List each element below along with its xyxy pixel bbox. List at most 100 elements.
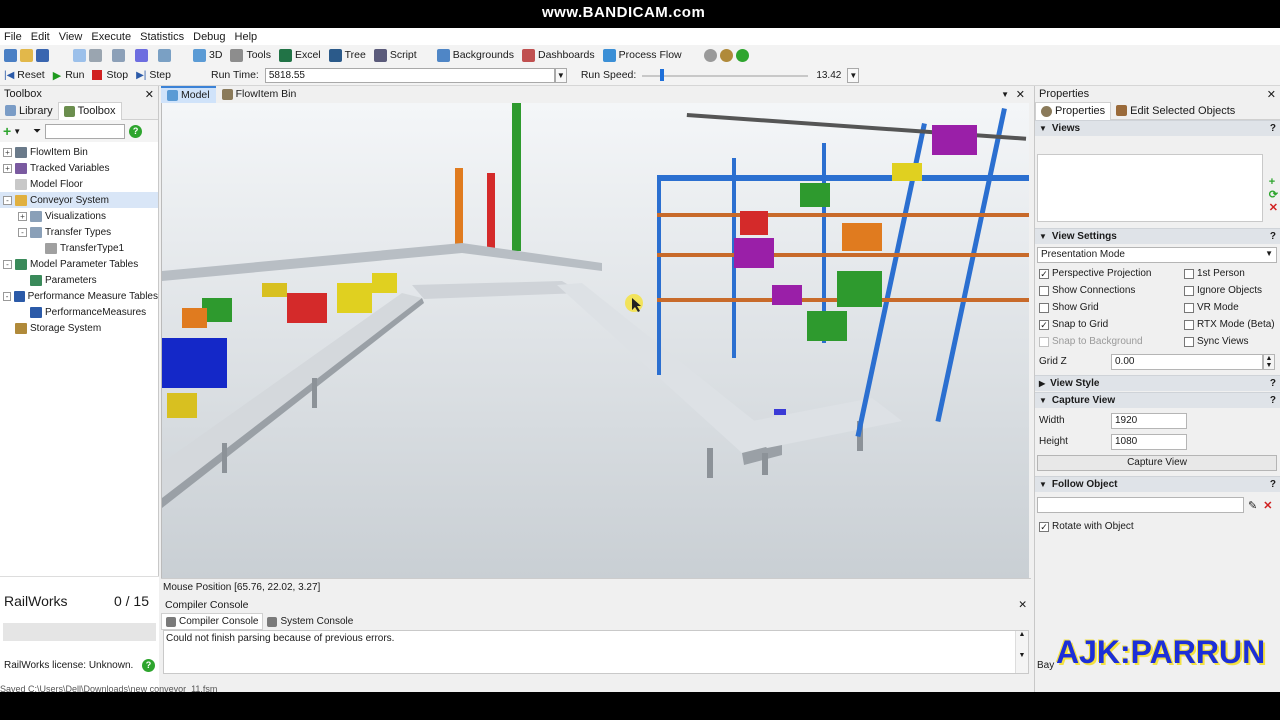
pointer-mode-icon[interactable]	[73, 48, 86, 62]
tree-item[interactable]: - Model Parameter Tables	[0, 256, 158, 272]
open-folder-icon[interactable]	[20, 48, 33, 62]
stop-button[interactable]: Stop	[92, 69, 128, 81]
run-time-dropdown[interactable]: ▼	[554, 67, 567, 83]
help-icon[interactable]: ?	[1270, 123, 1276, 134]
new-model-icon[interactable]	[4, 48, 17, 62]
run-time-field[interactable]: 5818.55	[264, 67, 555, 83]
tab-flowitem-bin[interactable]: FlowItem Bin	[216, 86, 303, 103]
group-icon[interactable]	[158, 48, 171, 62]
dashboards-button[interactable]: Dashboards	[521, 48, 595, 62]
3d-button[interactable]: 3D	[193, 48, 222, 62]
slider-thumb[interactable]	[660, 68, 665, 81]
filter-icon[interactable]: ⏷	[33, 126, 41, 137]
follow-object-input[interactable]	[1037, 497, 1244, 513]
3d-viewport[interactable]	[161, 103, 1029, 578]
delete-icon[interactable]: ✕	[1269, 201, 1278, 214]
backgrounds-button[interactable]: Backgrounds	[436, 48, 514, 62]
view-setting-checkbox[interactable]: Show Connections	[1039, 284, 1184, 297]
close-icon[interactable]: ✕	[1018, 599, 1027, 611]
connect-icon[interactable]	[89, 48, 102, 62]
tree-item[interactable]: PerformanceMeasures	[0, 304, 158, 320]
help-icon[interactable]: ?	[142, 659, 155, 672]
view-settings-section-header[interactable]: ▼ View Settings ?	[1035, 228, 1280, 244]
3d-scene[interactable]	[162, 103, 1029, 578]
view-setting-checkbox[interactable]: Sync Views	[1184, 335, 1280, 348]
view-style-section-header[interactable]: ▶ View Style ?	[1035, 375, 1280, 391]
view-setting-checkbox[interactable]: Show Grid	[1039, 301, 1184, 314]
shape-icon[interactable]	[135, 48, 148, 62]
expand-icon[interactable]: +	[3, 147, 12, 157]
tree-item[interactable]: Storage System	[0, 320, 158, 336]
close-icon[interactable]: ✕	[1267, 88, 1276, 101]
view-setting-checkbox[interactable]: Ignore Objects	[1184, 284, 1280, 297]
tab-model[interactable]: Model	[161, 86, 216, 103]
tree-item[interactable]: + FlowItem Bin	[0, 144, 158, 160]
close-icon[interactable]: ✕	[145, 88, 154, 101]
run-speed-slider[interactable]	[642, 68, 809, 83]
tab-properties[interactable]: Properties	[1035, 101, 1112, 120]
tree-button[interactable]: Tree	[328, 48, 366, 62]
script-button[interactable]: Script	[373, 48, 417, 62]
run-speed-dropdown[interactable]: ▼	[847, 67, 860, 83]
expand-icon[interactable]: +	[3, 163, 12, 173]
add-icon[interactable]: +	[1269, 176, 1278, 188]
follow-object-section-header[interactable]: ▼ Follow Object ?	[1035, 476, 1280, 492]
add-icon[interactable]: +	[3, 123, 11, 139]
view-setting-checkbox[interactable]: ✓ Perspective Projection	[1039, 267, 1184, 280]
collapse-icon[interactable]: -	[3, 291, 12, 301]
process-flow-button[interactable]: Process Flow	[602, 48, 682, 62]
tree-item[interactable]: - Transfer Types	[0, 224, 158, 240]
console-scrollbar[interactable]: ▲ ▼	[1015, 631, 1028, 673]
toolbox-search-input[interactable]	[45, 123, 126, 139]
height-input[interactable]: 1080	[1111, 433, 1187, 450]
tree-item[interactable]: - Conveyor System	[0, 192, 158, 208]
delete-icon[interactable]: ✕	[1263, 499, 1272, 512]
view-setting-checkbox[interactable]: ✓ Snap to Grid	[1039, 318, 1184, 331]
tab-toolbox[interactable]: Toolbox	[57, 101, 122, 120]
capture-view-section-header[interactable]: ▼ Capture View ?	[1035, 392, 1280, 408]
grid-z-input[interactable]: 0.00	[1111, 353, 1263, 370]
tree-item[interactable]: TransferType1	[0, 240, 158, 256]
collapse-icon[interactable]: -	[3, 195, 12, 205]
help-icon[interactable]: ?	[1270, 479, 1276, 490]
menu-debug[interactable]: Debug	[193, 31, 225, 43]
help-icon[interactable]: ?	[129, 124, 143, 138]
help-icon[interactable]: ?	[1270, 231, 1276, 242]
views-section-header[interactable]: ▼ Views ?	[1035, 120, 1280, 136]
tree-item[interactable]: Model Floor	[0, 176, 158, 192]
tree-item[interactable]: - Performance Measure Tables	[0, 288, 158, 304]
view-setting-checkbox[interactable]: 1st Person	[1184, 267, 1280, 280]
views-list[interactable]	[1037, 154, 1263, 222]
menu-file[interactable]: File	[4, 31, 22, 43]
expand-icon[interactable]: +	[18, 211, 27, 221]
view-setting-checkbox[interactable]: RTX Mode (Beta)	[1184, 318, 1280, 331]
menu-statistics[interactable]: Statistics	[140, 31, 184, 43]
excel-button[interactable]: Excel	[278, 48, 321, 62]
console-output[interactable]: Could not finish parsing because of prev…	[163, 630, 1029, 674]
menu-edit[interactable]: Edit	[31, 31, 50, 43]
settings-gear-icon[interactable]	[703, 48, 717, 62]
collapse-icon[interactable]: -	[18, 227, 27, 237]
step-button[interactable]: ▶| Step	[136, 69, 171, 81]
run-button[interactable]: ▶ Run	[53, 69, 85, 82]
menu-execute[interactable]: Execute	[91, 31, 131, 43]
select-icon[interactable]	[112, 48, 125, 62]
width-input[interactable]: 1920	[1111, 412, 1187, 429]
tab-list-dropdown-icon[interactable]: ▼	[1001, 90, 1009, 99]
tab-compiler-console[interactable]: Compiler Console	[161, 613, 264, 630]
tree-item[interactable]: + Tracked Variables	[0, 160, 158, 176]
view-mode-select[interactable]: Presentation Mode ▼	[1037, 247, 1277, 263]
help-icon[interactable]: ?	[1270, 378, 1276, 389]
reset-button[interactable]: |◀ Reset	[4, 69, 45, 81]
help-icon[interactable]: ?	[1270, 395, 1276, 406]
view-setting-checkbox[interactable]: VR Mode	[1184, 301, 1280, 314]
rotate-with-object-checkbox[interactable]: ✓ Rotate with Object	[1039, 520, 1280, 533]
bug-icon[interactable]	[719, 48, 733, 62]
menu-help[interactable]: Help	[235, 31, 258, 43]
capture-view-button[interactable]: Capture View	[1037, 455, 1277, 471]
save-icon[interactable]	[36, 48, 49, 62]
tree-item[interactable]: Parameters	[0, 272, 158, 288]
tools-button[interactable]: Tools	[230, 48, 271, 62]
menu-view[interactable]: View	[59, 31, 83, 43]
tree-item[interactable]: + Visualizations	[0, 208, 158, 224]
